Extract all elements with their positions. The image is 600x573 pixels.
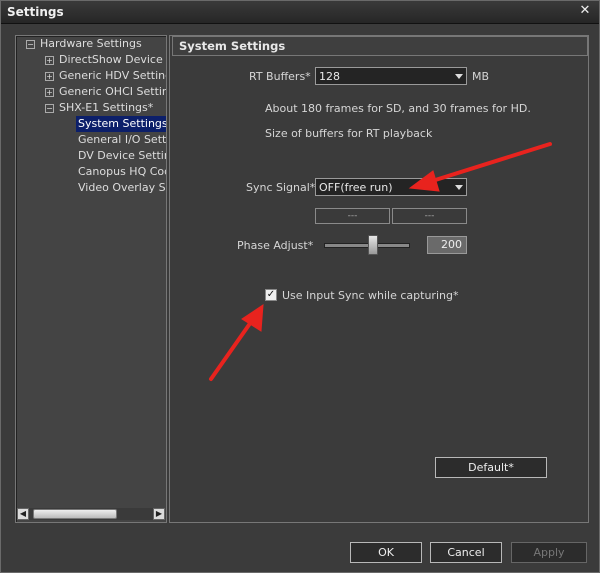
sync-status-box-1: --- [315, 208, 390, 224]
rt-buffers-dropdown[interactable]: 128 [315, 67, 467, 85]
check-mark-icon: ✓ [266, 289, 276, 300]
phase-adjust-label: Phase Adjust* [237, 239, 314, 252]
use-input-sync-checkbox[interactable]: ✓ [265, 289, 277, 301]
tree-item-directshow[interactable]: DirectShow Device Set [59, 52, 166, 68]
tree-item-dv-device[interactable]: DV Device Settings [78, 148, 166, 164]
tree-item-shx-e1[interactable]: SHX-E1 Settings* [59, 100, 153, 116]
tree-item-system-settings[interactable]: System Settings [76, 116, 166, 132]
phase-adjust-slider-thumb[interactable] [367, 235, 378, 255]
close-icon[interactable]: ✕ [577, 3, 593, 19]
settings-tree: − Hardware Settings + DirectShow Device … [16, 36, 166, 506]
system-settings-panel: System Settings RT Buffers* 128 MB About… [169, 35, 589, 523]
scroll-left-icon[interactable]: ◀ [17, 508, 29, 520]
rt-buffers-unit: MB [472, 70, 490, 83]
panel-title: System Settings [179, 39, 286, 53]
rt-buffers-value: 128 [319, 70, 340, 83]
tree-item-canopus-hq[interactable]: Canopus HQ Code [78, 164, 166, 180]
scroll-thumb[interactable] [33, 509, 117, 519]
title-bar: Settings ✕ [1, 1, 599, 24]
default-button[interactable]: Default* [435, 457, 547, 478]
sync-signal-value: OFF(free run) [319, 181, 393, 194]
tree-item-generic-hdv[interactable]: Generic HDV Settings [59, 68, 166, 84]
sync-signal-dropdown[interactable]: OFF(free run) [315, 178, 467, 196]
settings-tree-panel: − Hardware Settings + DirectShow Device … [15, 35, 167, 523]
settings-window: Settings ✕ − Hardware Settings + DirectS… [0, 0, 600, 573]
horizontal-scrollbar[interactable]: ◀ ▶ [17, 508, 165, 520]
tree-item-generic-ohci[interactable]: Generic OHCI Settings [59, 84, 166, 100]
rt-buffers-info: About 180 frames for SD, and 30 frames f… [265, 102, 531, 115]
window-title: Settings [7, 5, 64, 19]
chevron-down-icon [455, 185, 463, 190]
rt-buffers-help: Size of buffers for RT playback [265, 127, 433, 140]
sync-signal-label: Sync Signal* [246, 181, 316, 194]
use-input-sync-label[interactable]: Use Input Sync while capturing* [282, 289, 458, 302]
expand-icon[interactable]: + [45, 88, 54, 97]
tree-item-video-overlay[interactable]: Video Overlay Set [78, 180, 166, 196]
tree-item-general-io[interactable]: General I/O Settin [78, 132, 166, 148]
collapse-icon[interactable]: − [26, 40, 35, 49]
tree-item-hardware-settings[interactable]: Hardware Settings [40, 36, 142, 52]
panel-header: System Settings [172, 36, 588, 56]
phase-adjust-value[interactable]: 200 [427, 236, 467, 254]
sync-status-box-2: --- [392, 208, 467, 224]
scroll-right-icon[interactable]: ▶ [153, 508, 165, 520]
rt-buffers-label: RT Buffers* [249, 70, 311, 83]
ok-button[interactable]: OK [350, 542, 422, 563]
expand-icon[interactable]: + [45, 72, 54, 81]
cancel-button[interactable]: Cancel [430, 542, 502, 563]
apply-button[interactable]: Apply [511, 542, 587, 563]
collapse-icon[interactable]: − [45, 104, 54, 113]
chevron-down-icon [455, 74, 463, 79]
expand-icon[interactable]: + [45, 56, 54, 65]
